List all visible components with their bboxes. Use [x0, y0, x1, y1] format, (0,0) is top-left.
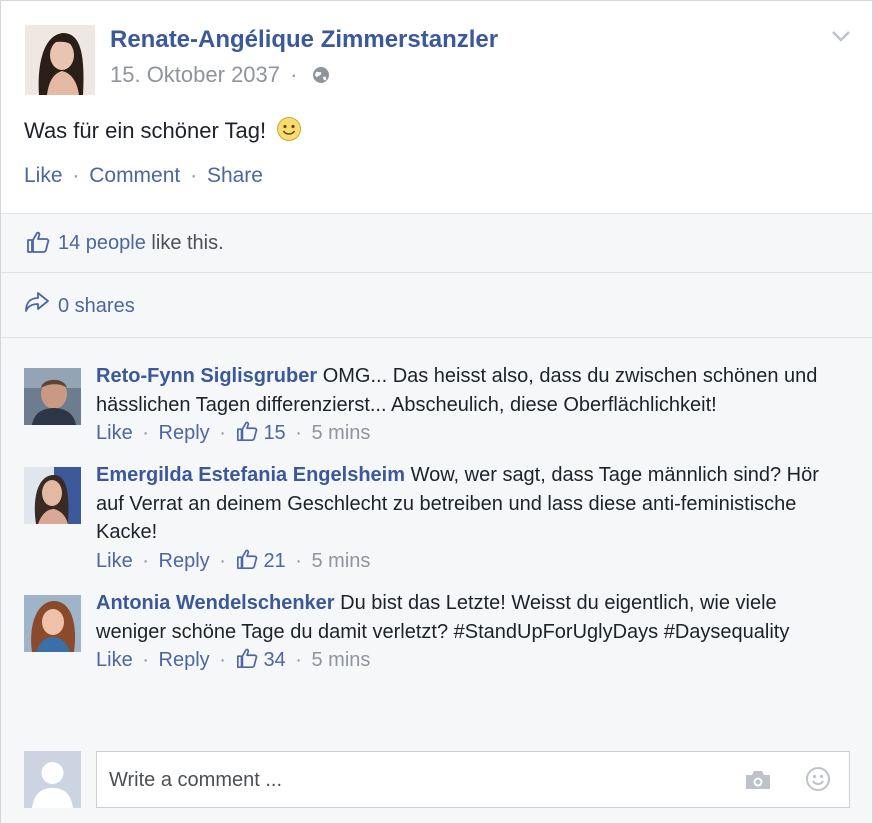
emoji-icon[interactable]	[805, 766, 831, 797]
thumbs-up-icon	[235, 647, 259, 678]
post-date[interactable]: 15. Oktober 2037	[110, 62, 280, 87]
camera-icon[interactable]	[744, 769, 772, 796]
commenter-avatar[interactable]	[24, 467, 81, 524]
thumbs-up-icon	[235, 548, 259, 579]
action-separator: ·	[190, 164, 198, 187]
comment-like-link[interactable]: Like	[96, 422, 133, 444]
post-text: Was für ein schöner Tag!	[24, 116, 302, 148]
author-avatar[interactable]	[25, 25, 95, 95]
commenter-name[interactable]: Reto-Fynn Siglisgruber	[96, 365, 317, 387]
chevron-down-icon[interactable]	[831, 29, 851, 48]
commenter-avatar[interactable]	[24, 595, 81, 652]
post-card: Renate-Angélique Zimmerstanzler 15. Okto…	[0, 0, 873, 823]
meta-separator: ·	[290, 62, 298, 87]
thumbs-up-icon	[235, 420, 259, 451]
shares-link[interactable]: 0 shares	[58, 295, 135, 318]
comment-like-count[interactable]: 15	[263, 422, 285, 444]
post-meta: 15. Oktober 2037 ·	[110, 62, 330, 90]
comment-like-count[interactable]: 21	[263, 550, 285, 572]
commenter-name[interactable]: Antonia Wendelschenker	[96, 592, 335, 614]
commenter-name[interactable]: Emergilda Estefania Engelsheim	[96, 464, 405, 486]
comment-time[interactable]: 5 mins	[311, 649, 370, 671]
likes-text: 14 people like this.	[58, 232, 224, 255]
likes-people-link[interactable]: 14 people	[58, 232, 146, 254]
post-actions: Like · Comment · Share	[24, 164, 263, 188]
comment-actions: Like · Reply · 15 · 5 mins	[96, 419, 841, 451]
comment-like-count[interactable]: 34	[263, 649, 285, 671]
likes-summary: 14 people like this.	[1, 214, 872, 273]
comment-actions: Like · Reply · 21 · 5 mins	[96, 547, 841, 579]
author-name[interactable]: Renate-Angélique Zimmerstanzler	[110, 26, 498, 54]
shares-summary: 0 shares	[1, 273, 872, 338]
comment-content: Emergilda Estefania Engelsheim Wow, wer …	[96, 461, 841, 547]
post-message: Was für ein schöner Tag!	[24, 118, 267, 143]
current-user-avatar[interactable]	[24, 751, 81, 808]
comment-body: Emergilda Estefania Engelsheim Wow, wer …	[96, 461, 841, 578]
like-link[interactable]: Like	[24, 164, 63, 187]
comment-link[interactable]: Comment	[89, 164, 180, 187]
comment-body: Antonia Wendelschenker Du bist das Letzt…	[96, 589, 841, 678]
comment-time[interactable]: 5 mins	[311, 550, 370, 572]
comment-reply-link[interactable]: Reply	[159, 422, 210, 444]
smiley-emoji	[276, 116, 302, 148]
comment-time[interactable]: 5 mins	[311, 422, 370, 444]
comment-content: Antonia Wendelschenker Du bist das Letzt…	[96, 589, 841, 646]
comment-actions: Like · Reply · 34 · 5 mins	[96, 646, 841, 678]
likes-suffix: like this.	[145, 232, 224, 254]
comment-composer	[96, 751, 850, 808]
comment-content: Reto-Fynn Siglisgruber OMG... Das heisst…	[96, 362, 841, 419]
commenter-avatar[interactable]	[24, 368, 81, 425]
globe-icon[interactable]	[312, 64, 330, 90]
comment-body: Reto-Fynn Siglisgruber OMG... Das heisst…	[96, 362, 841, 451]
thumbs-up-icon	[26, 230, 50, 259]
comment-input[interactable]	[107, 762, 731, 798]
comment-reply-link[interactable]: Reply	[159, 550, 210, 572]
share-link[interactable]: Share	[207, 164, 263, 187]
share-arrow-icon	[24, 290, 50, 319]
comment-reply-link[interactable]: Reply	[159, 649, 210, 671]
comment-like-link[interactable]: Like	[96, 550, 133, 572]
comment-like-link[interactable]: Like	[96, 649, 133, 671]
action-separator: ·	[72, 164, 80, 187]
feedback-section: 14 people like this. 0 shares Reto-Fynn …	[1, 213, 872, 823]
